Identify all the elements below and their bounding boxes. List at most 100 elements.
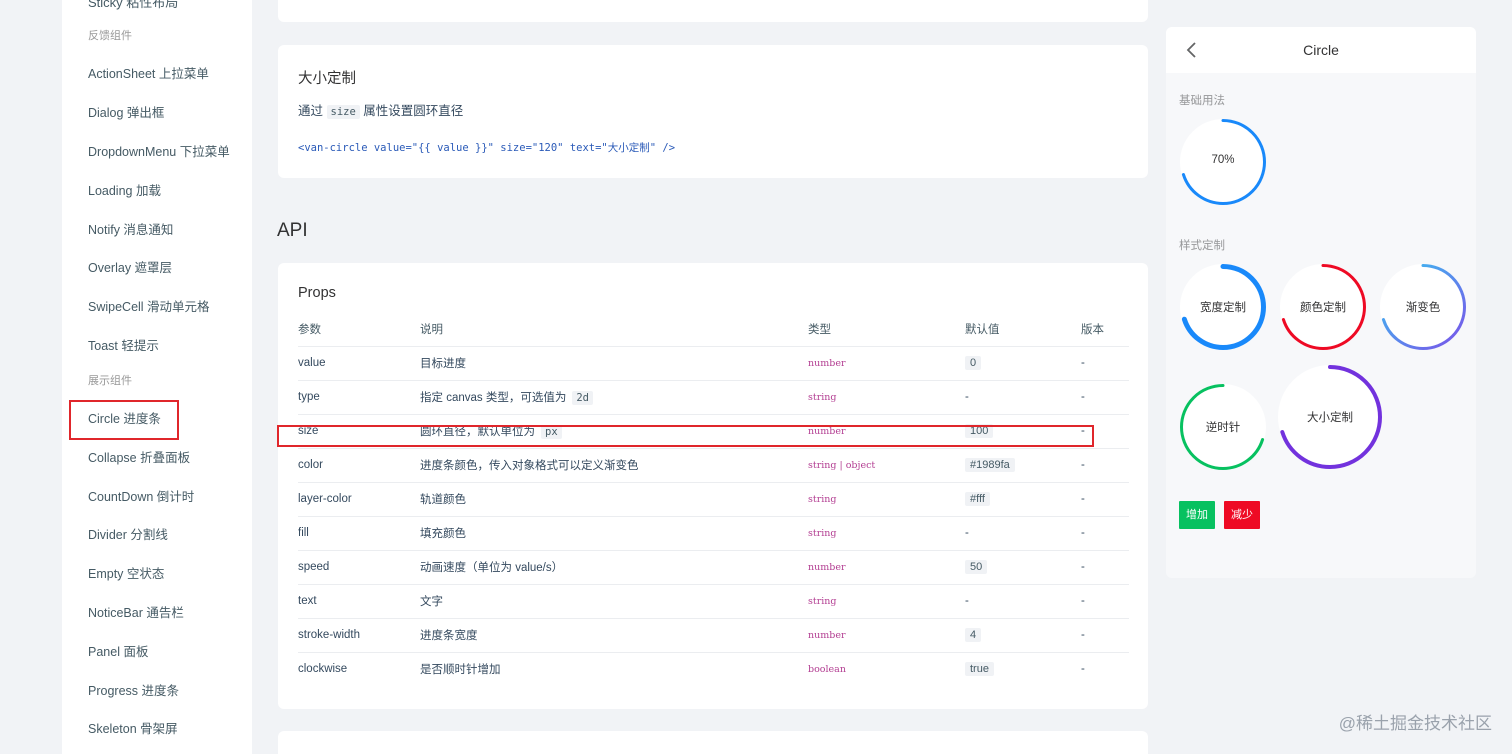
props-table: 参数 说明 类型 默认值 版本 value 目标进度 number 0- type 指定 …: [298, 312, 1129, 686]
prop-version: -: [1081, 448, 1129, 483]
prop-default-value: true: [965, 662, 994, 677]
sidebar-item-toast[interactable]: Toast 轻提示: [88, 335, 159, 354]
sidebar-item-progress[interactable]: Progress 进度条: [88, 680, 179, 699]
prop-type: string: [808, 380, 965, 415]
prop-version: -: [1081, 663, 1085, 676]
desc-prefix: 通过: [298, 104, 324, 118]
table-row: stroke-width 进度条宽度 number 4 -: [298, 618, 1129, 653]
circle-width-custom-label: 宽度定制: [1200, 302, 1246, 314]
size-card-desc: 通过 size 属性设置圆环直径: [298, 100, 463, 119]
prop-version: -: [1081, 380, 1129, 415]
phone-title: Circle: [1303, 42, 1339, 58]
next-card: [278, 731, 1148, 754]
section-basic-usage: 基础用法: [1179, 95, 1225, 107]
prop-desc: 填充颜色: [420, 516, 808, 551]
prop-type-text: string | object: [808, 460, 876, 471]
size-demo-card: 大小定制 通过 size 属性设置圆环直径 <van-circle value=…: [278, 45, 1148, 178]
sidebar-item-noticebar[interactable]: NoticeBar 通告栏: [88, 602, 184, 621]
props-card: Props 参数 说明 类型 默认值 版本 value 目标进度 number 0- t…: [278, 263, 1148, 709]
circle-gradient: 渐变色: [1380, 264, 1466, 350]
add-button[interactable]: 增加: [1179, 501, 1215, 529]
prop-version: -: [1081, 516, 1129, 551]
prop-default-value: #fff: [965, 492, 990, 506]
prop-version: -: [1081, 584, 1129, 619]
section-style-custom: 样式定制: [1179, 240, 1225, 252]
table-row: clockwise 是否顺时针增加 boolean true -: [298, 652, 1129, 686]
highlight-annotation-circle: [69, 400, 179, 440]
prop-default-value: -: [965, 527, 969, 539]
desc-suffix: 属性设置圆环直径: [363, 104, 464, 118]
prop-desc-text: 填充颜色: [420, 528, 466, 540]
sidebar-item-divider[interactable]: Divider 分割线: [88, 524, 168, 543]
circle-basic: 70%: [1180, 119, 1266, 205]
prop-desc: 目标进度: [420, 346, 808, 381]
circle-counter-clockwise-label: 逆时针: [1205, 422, 1241, 434]
nav-group-feedback: 反馈组件: [88, 30, 132, 42]
sidebar-item-loading[interactable]: Loading 加载: [88, 180, 161, 199]
phone-nav-bar: Circle: [1166, 27, 1476, 73]
col-header-param: 参数: [298, 312, 420, 347]
prop-name: clockwise: [298, 663, 348, 676]
prop-desc-text: 进度条宽度: [420, 630, 478, 642]
circle-gradient-label: 渐变色: [1405, 302, 1441, 314]
prop-type: string: [808, 516, 965, 551]
sidebar-item-swipecell[interactable]: SwipeCell 滑动单元格: [88, 296, 210, 315]
circle-size-custom: 大小定制: [1278, 365, 1382, 469]
table-row: fill 填充颜色 string - -: [298, 516, 1129, 551]
prop-type: number: [808, 550, 965, 585]
sidebar-item-dropdownmenu[interactable]: DropdownMenu 下拉菜单: [88, 141, 230, 160]
col-header-type: 类型: [808, 312, 965, 347]
prop-type-text: number: [808, 562, 846, 573]
api-heading: API: [277, 220, 308, 241]
sidebar-item-sticky[interactable]: Sticky 粘性布局: [88, 0, 178, 11]
prop-desc-text: 轨道颜色: [420, 494, 466, 506]
subtract-button[interactable]: 减少: [1224, 501, 1260, 529]
table-row: type 指定 canvas 类型，可选值为 2d string - -: [298, 380, 1129, 415]
prop-type: string: [808, 584, 965, 619]
phone-simulator: Circle 基础用法 样式定制 70% 宽度定制 颜色定制 渐变色逆时针 大小定制 增…: [1166, 27, 1476, 578]
sidebar-item-notify[interactable]: Notify 消息通知: [88, 219, 173, 238]
prop-desc: 进度条宽度: [420, 618, 808, 653]
circle-color-custom-label: 颜色定制: [1300, 302, 1346, 314]
prop-default-value: #1989fa: [965, 458, 1015, 472]
prop-default: -: [965, 516, 1081, 551]
sidebar-item-collapse[interactable]: Collapse 折叠面板: [88, 447, 190, 466]
prop-name: fill: [298, 516, 420, 551]
sidebar-item-skeleton[interactable]: Skeleton 骨架屏: [88, 718, 178, 737]
circle-width-custom: 宽度定制: [1180, 264, 1266, 350]
prop-type: string | object: [808, 448, 965, 483]
sidebar-item-panel[interactable]: Panel 面板: [88, 641, 148, 660]
prop-default: -: [965, 380, 1081, 415]
prop-name: color: [298, 448, 420, 483]
sidebar-item-dialog[interactable]: Dialog 弹出框: [88, 102, 164, 121]
prop-type: boolean: [808, 652, 965, 686]
sidebar-item-actionsheet[interactable]: ActionSheet 上拉菜单: [88, 63, 209, 82]
prop-default: 50: [965, 550, 1081, 585]
col-header-version: 版本: [1081, 312, 1129, 347]
prop-type-text: number: [808, 358, 846, 369]
prop-desc-text: 文字: [420, 596, 443, 608]
prop-version: -: [1081, 346, 1129, 381]
sidebar-item-empty[interactable]: Empty 空状态: [88, 563, 164, 582]
sidebar-item-countdown[interactable]: CountDown 倒计时: [88, 486, 194, 505]
props-title: Props: [298, 285, 336, 301]
prop-type: string: [808, 482, 965, 517]
circle-basic-label: 70%: [1211, 154, 1235, 166]
prop-default: 4: [965, 618, 1081, 653]
prop-default: #1989fa: [965, 448, 1081, 483]
circle-size-custom-label: 大小定制: [1307, 412, 1353, 424]
prop-type: number: [808, 346, 965, 381]
sidebar-item-overlay[interactable]: Overlay 遮罩层: [88, 257, 172, 276]
table-row: layer-color 轨道颜色 string #fff -: [298, 482, 1129, 517]
props-header-row: 参数 说明 类型 默认值 版本: [298, 312, 1129, 347]
prop-name: layer-color: [298, 482, 420, 517]
prop-desc-code: 2d: [572, 391, 593, 405]
prop-type-text: boolean: [808, 664, 846, 676]
code-sample: <van-circle value="{{ value }}" size="12…: [298, 142, 676, 154]
prop-default-value: -: [965, 595, 969, 607]
col-header-desc: 说明: [420, 312, 808, 347]
table-row: speed 动画速度（单位为 value/s） number 50 -: [298, 550, 1129, 585]
previous-card: [278, 0, 1148, 22]
size-card-title: 大小定制: [298, 71, 356, 87]
prop-default-value: -: [965, 391, 969, 403]
